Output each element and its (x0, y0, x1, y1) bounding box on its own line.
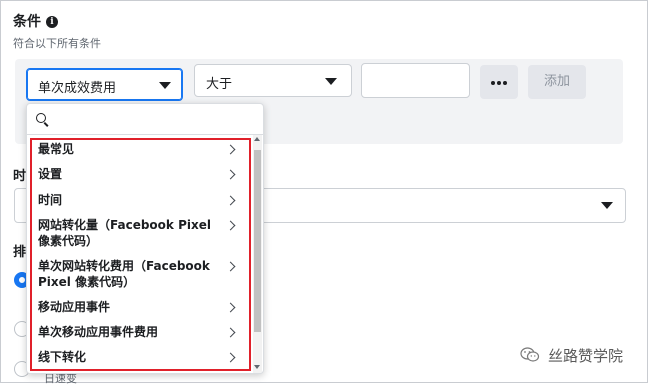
section-title: 条件 (13, 14, 41, 30)
chevron-right-icon (225, 302, 236, 313)
metric-select[interactable]: 单次成效费用 (26, 68, 183, 101)
dropdown-item-time[interactable]: 时间 (27, 192, 249, 212)
chevron-right-icon (225, 261, 236, 272)
dropdown-item-label: 时间 (38, 193, 63, 207)
chevron-right-icon (225, 327, 236, 338)
dot-icon (503, 81, 507, 85)
search-icon (36, 113, 46, 123)
operator-select-value: 大于 (206, 77, 233, 92)
scrollbar-thumb[interactable] (254, 150, 261, 332)
sort-label: 排 (13, 245, 27, 260)
dropdown-item-cost-per-website-conversion[interactable]: 单次网站转化费用（Facebook Pixel 像素代码） (27, 258, 249, 294)
dropdown-item-label: 单次网站转化费用（Facebook Pixel 像素代码） (38, 259, 210, 289)
dropdown-item-website-conversions[interactable]: 网站转化量（Facebook Pixel 像素代码） (27, 217, 249, 253)
dropdown-search-input[interactable] (53, 110, 253, 128)
info-icon[interactable]: i (46, 16, 58, 28)
watermark-text: 丝路赞学院 (548, 347, 624, 365)
dropdown-item-label: 线下转化 (38, 350, 87, 364)
chevron-right-icon (225, 352, 236, 363)
caret-down-icon (601, 202, 613, 209)
more-options-button[interactable] (480, 65, 518, 99)
dropdown-item-settings[interactable]: 设置 (27, 166, 249, 186)
scroll-up-arrow-icon[interactable] (254, 137, 260, 141)
metric-select-value: 单次成效费用 (38, 81, 117, 96)
operator-select[interactable]: 大于 (194, 64, 352, 97)
dropdown-item-label: 网站转化量（Facebook Pixel 像素代码） (38, 218, 211, 248)
time-label: 时 (13, 169, 27, 184)
dot-icon (497, 81, 501, 85)
chevron-right-icon (225, 195, 236, 206)
dropdown-item-label: 移动应用事件 (38, 300, 111, 314)
wechat-icon (520, 347, 540, 362)
scroll-down-arrow-icon[interactable] (254, 365, 260, 369)
dropdown-item-offline-conversions[interactable]: 线下转化 (27, 349, 249, 369)
add-button[interactable]: 添加 (528, 65, 586, 99)
dropdown-search (27, 104, 263, 135)
value-input[interactable] (361, 63, 470, 98)
dropdown-item-mobile-app-events[interactable]: 移动应用事件 (27, 299, 249, 319)
caret-down-icon (325, 78, 337, 85)
chevron-right-icon (225, 144, 236, 155)
dropdown-item-label: 单次移动应用事件费用 (38, 325, 159, 339)
dropdown-item-most-common[interactable]: 最常见 (27, 141, 249, 161)
dot-icon (491, 81, 495, 85)
chevron-right-icon (225, 169, 236, 180)
dropdown-item-label: 设置 (38, 167, 63, 181)
section-subtitle: 符合以下所有条件 (13, 37, 101, 50)
metric-dropdown: 最常见 设置 时间 网站转化量（Facebook Pixel 像素代码） 单次网… (26, 103, 264, 374)
dropdown-item-cost-per-mobile-app-event[interactable]: 单次移动应用事件费用 (27, 324, 249, 344)
dropdown-item-label: 最常见 (38, 142, 75, 156)
caret-down-icon (159, 82, 171, 89)
chevron-right-icon (225, 220, 236, 231)
